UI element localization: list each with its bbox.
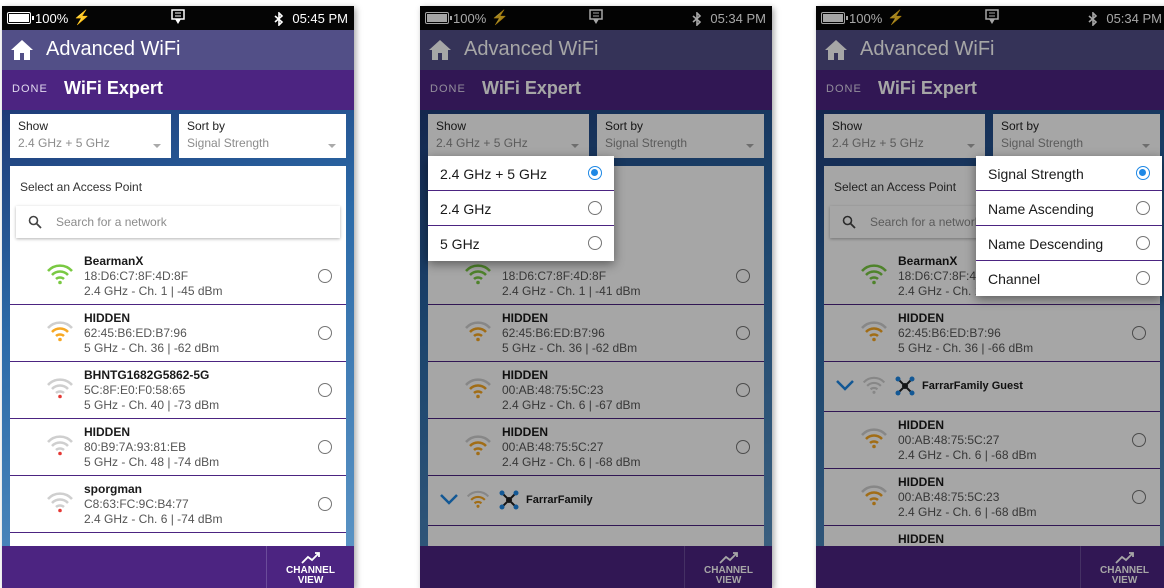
network-radio[interactable]: [318, 497, 332, 511]
modal-overlay[interactable]: [816, 6, 1164, 588]
modal-overlay[interactable]: [420, 6, 772, 588]
network-radio[interactable]: [318, 383, 332, 397]
chevron-down-icon: [153, 144, 161, 148]
home-icon[interactable]: [10, 39, 34, 61]
show-select[interactable]: Show 2.4 GHz + 5 GHz: [10, 114, 171, 158]
network-mac: 62:45:B6:ED:B7:96: [84, 326, 187, 340]
network-info: 2.4 GHz - Ch. 6 | -74 dBm: [84, 512, 223, 526]
network-mac: 18:D6:C7:8F:4D:8F: [84, 269, 189, 283]
channel-view-button[interactable]: CHANNEL VIEW: [266, 546, 354, 588]
channel-view-label: VIEW: [297, 575, 324, 586]
sort-option-label: Name Descending: [988, 236, 1104, 252]
network-info: 5 GHz - Ch. 40 | -73 dBm: [84, 398, 220, 412]
option-radio[interactable]: [588, 236, 602, 250]
network-row[interactable]: HIDDEN 80:B9:7A:93:81:EB 5 GHz - Ch. 48 …: [10, 419, 346, 476]
network-radio[interactable]: [318, 269, 332, 283]
network-name: HIDDEN: [84, 311, 131, 325]
clock: 05:45 PM: [292, 11, 348, 26]
usb-icon: [171, 9, 185, 24]
network-info: 5 GHz - Ch. 36 | -62 dBm: [84, 341, 220, 355]
filter-option[interactable]: 2.4 GHz + 5 GHz: [428, 156, 614, 191]
option-radio-selected[interactable]: [588, 166, 602, 180]
sort-option[interactable]: Signal Strength: [976, 156, 1162, 191]
phone-screen-sort-options: 100% ⚡ 05:34 PM Advanced WiFi DONE WiFi …: [816, 6, 1164, 588]
phone-screen-list: 100% ⚡ 05:45 PM Advanced WiFi DONE WiFi …: [2, 6, 354, 588]
show-filter-popup: 2.4 GHz + 5 GHz 2.4 GHz 5 GHz: [428, 156, 614, 261]
sort-option-label: Name Ascending: [988, 201, 1094, 217]
wifi-signal-icon: [47, 492, 73, 513]
chevron-down-icon: [328, 144, 336, 148]
network-row[interactable]: BHNTG1682G5862-5G 5C:8F:E0:F0:58:65 5 GH…: [10, 362, 346, 419]
network-mac: C8:63:FC:9C:B4:77: [84, 497, 189, 511]
filter-option[interactable]: 5 GHz: [428, 226, 614, 261]
network-name: BearmanX: [84, 254, 144, 268]
battery-level: 100%: [35, 11, 69, 26]
sort-select[interactable]: Sort by Signal Strength: [179, 114, 346, 158]
network-row[interactable]: sporgman C8:63:FC:9C:B4:77 2.4 GHz - Ch.…: [10, 476, 346, 533]
network-info: 2.4 GHz - Ch. 1 | -45 dBm: [84, 284, 223, 298]
network-list: BearmanX 18:D6:C7:8F:4D:8F 2.4 GHz - Ch.…: [10, 248, 346, 533]
access-point-card: Select an Access Point Search for a netw…: [10, 166, 346, 546]
option-radio[interactable]: [1136, 271, 1150, 285]
show-value: 2.4 GHz + 5 GHz: [18, 136, 110, 150]
done-button[interactable]: DONE: [12, 83, 48, 95]
list-heading: Select an Access Point: [20, 180, 143, 194]
filter-option[interactable]: 2.4 GHz: [428, 191, 614, 226]
sub-header: DONE WiFi Expert: [2, 70, 354, 110]
wifi-signal-icon: [47, 264, 73, 285]
charging-icon: ⚡: [73, 9, 91, 25]
content-area: Show 2.4 GHz + 5 GHz Sort by Signal Stre…: [2, 110, 354, 546]
network-info: 5 GHz - Ch. 48 | -74 dBm: [84, 455, 220, 469]
app-title: Advanced WiFi: [46, 38, 181, 60]
sort-option-label: Signal Strength: [988, 166, 1084, 182]
wifi-signal-icon: [47, 321, 73, 342]
search-input[interactable]: Search for a network: [16, 206, 340, 238]
search-placeholder: Search for a network: [56, 215, 167, 229]
network-row[interactable]: BearmanX 18:D6:C7:8F:4D:8F 2.4 GHz - Ch.…: [10, 248, 346, 305]
wifi-signal-icon: [47, 378, 73, 399]
bottom-bar: CHANNEL VIEW: [2, 546, 354, 588]
show-label: Show: [18, 119, 49, 133]
bluetooth-icon: [274, 11, 284, 26]
status-bar: 100% ⚡ 05:45 PM: [2, 6, 354, 30]
sort-option-label: Channel: [988, 271, 1041, 287]
sort-label: Sort by: [187, 119, 226, 133]
network-name: sporgman: [84, 482, 143, 496]
sort-options-popup: Signal Strength Name Ascending Name Desc…: [976, 156, 1162, 296]
option-radio-selected[interactable]: [1136, 166, 1150, 180]
wifi-signal-icon: [47, 435, 73, 456]
battery-icon: [7, 12, 34, 24]
option-radio[interactable]: [588, 201, 602, 215]
filter-option-label: 5 GHz: [440, 236, 480, 252]
option-radio[interactable]: [1136, 201, 1150, 215]
filter-option-label: 2.4 GHz: [440, 201, 492, 217]
network-mac: 5C:8F:E0:F0:58:65: [84, 383, 186, 397]
network-mac: 80:B9:7A:93:81:EB: [84, 440, 187, 454]
network-name: HIDDEN: [84, 425, 131, 439]
search-icon: [28, 215, 42, 229]
page-title: WiFi Expert: [64, 78, 163, 98]
phone-screen-show-filter: 100% ⚡ 05:34 PM Advanced WiFi DONE WiFi …: [420, 6, 772, 588]
network-radio[interactable]: [318, 326, 332, 340]
sort-option[interactable]: Name Ascending: [976, 191, 1162, 226]
filter-option-label: 2.4 GHz + 5 GHz: [440, 166, 547, 182]
network-radio[interactable]: [318, 440, 332, 454]
network-row[interactable]: HIDDEN 62:45:B6:ED:B7:96 5 GHz - Ch. 36 …: [10, 305, 346, 362]
network-name: BHNTG1682G5862-5G: [84, 368, 210, 382]
app-header: Advanced WiFi: [2, 30, 354, 70]
trend-line-icon: [301, 552, 320, 564]
sort-value: Signal Strength: [187, 136, 270, 150]
sort-option[interactable]: Name Descending: [976, 226, 1162, 261]
option-radio[interactable]: [1136, 236, 1150, 250]
sort-option[interactable]: Channel: [976, 261, 1162, 296]
